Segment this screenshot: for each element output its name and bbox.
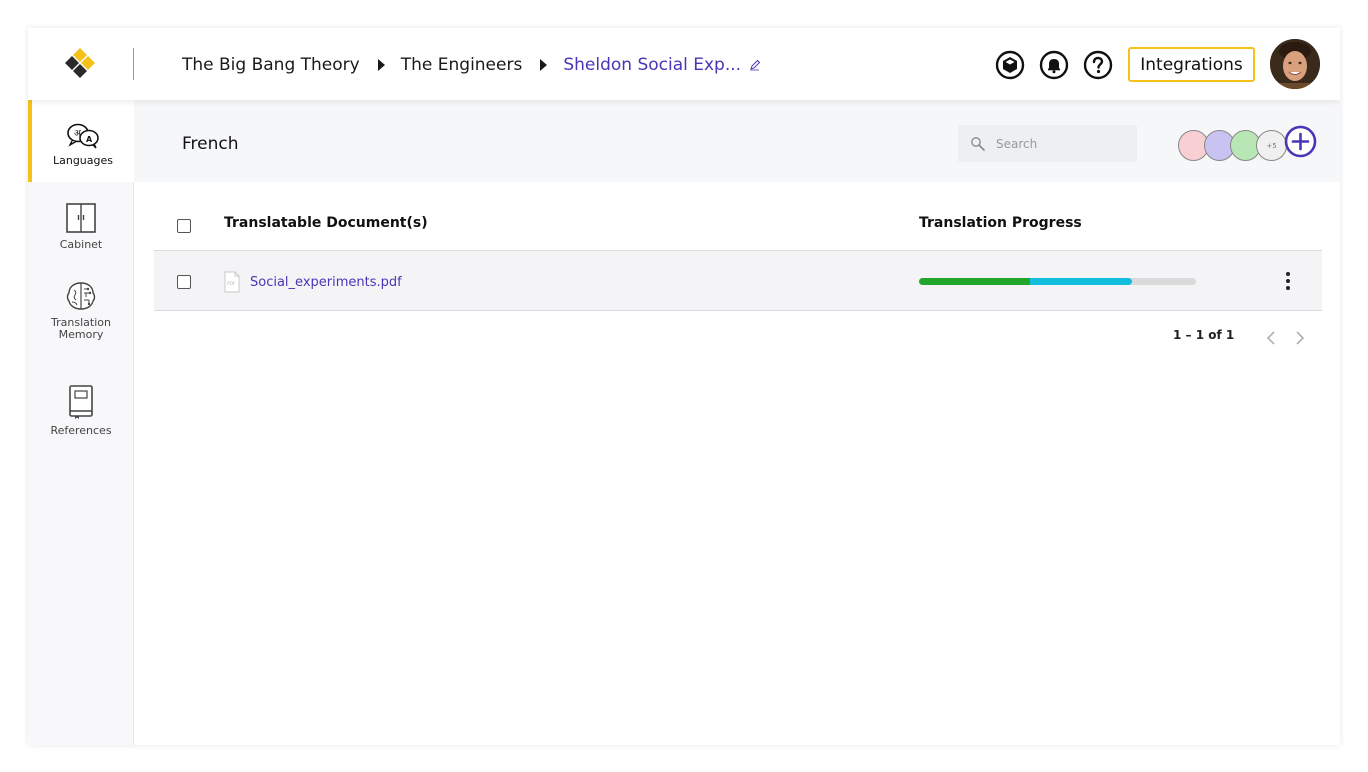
breadcrumb-separator-icon <box>377 59 385 71</box>
next-page-icon[interactable] <box>1293 329 1307 347</box>
sidebar: अ A Languages Cabinet Translation Memory… <box>28 100 134 745</box>
app-logo[interactable] <box>62 45 98 81</box>
pagination-label: 1 – 1 of 1 <box>1173 328 1235 342</box>
breadcrumb-folder[interactable]: The Engineers <box>401 55 523 75</box>
search-box <box>958 125 1137 162</box>
sidebar-item-references[interactable]: References <box>28 384 134 437</box>
breadcrumb-separator-icon <box>540 59 548 71</box>
brain-icon <box>66 282 96 310</box>
translation-progress-bar <box>919 278 1196 285</box>
app-window: The Big Bang Theory The Engineers Sheldo… <box>28 28 1340 745</box>
sidebar-item-label: References <box>50 424 112 437</box>
column-header-documents[interactable]: Translatable Document(s) <box>224 215 428 231</box>
header-divider <box>133 48 134 80</box>
language-title: French <box>182 134 239 154</box>
pencil-icon[interactable] <box>749 59 761 71</box>
svg-text:A: A <box>86 135 93 144</box>
integrations-button[interactable]: Integrations <box>1128 47 1255 82</box>
book-icon <box>69 385 93 419</box>
breadcrumb: The Big Bang Theory The Engineers Sheldo… <box>182 52 761 78</box>
breadcrumb-project[interactable]: The Big Bang Theory <box>182 55 360 75</box>
table-header: Translatable Document(s) Translation Pro… <box>154 204 1322 251</box>
bell-icon[interactable] <box>1039 50 1069 80</box>
file-type-label: PDF <box>227 281 236 287</box>
sidebar-item-label: Languages <box>52 154 114 167</box>
progress-translated <box>919 278 1030 285</box>
row-more-options-icon[interactable] <box>1278 269 1298 293</box>
row-checkbox[interactable] <box>177 275 191 289</box>
sidebar-item-cabinet[interactable]: Cabinet <box>28 202 134 251</box>
sidebar-item-label: Cabinet <box>59 238 103 251</box>
top-header: The Big Bang Theory The Engineers Sheldo… <box>28 28 1340 100</box>
cube-icon[interactable] <box>995 50 1025 80</box>
search-icon <box>971 136 985 151</box>
more-collaborators-badge[interactable]: +5 <box>1256 130 1287 161</box>
avatar-portrait <box>1270 39 1320 89</box>
svg-text:अ: अ <box>74 129 82 139</box>
progress-in-progress <box>1029 278 1133 285</box>
language-header: French +5 <box>134 100 1340 182</box>
sidebar-item-translation-memory[interactable]: Translation Memory <box>28 280 134 341</box>
column-header-progress[interactable]: Translation Progress <box>919 215 1082 231</box>
user-avatar[interactable] <box>1270 39 1320 89</box>
search-input[interactable] <box>996 136 1126 151</box>
cabinet-icon <box>66 203 96 233</box>
document-link[interactable]: Social_experiments.pdf <box>250 275 402 290</box>
prev-page-icon[interactable] <box>1264 329 1278 347</box>
sidebar-item-label: Translation Memory <box>51 316 111 341</box>
add-collaborator-button[interactable] <box>1284 125 1317 158</box>
translate-icon: अ A <box>67 123 99 149</box>
table-row[interactable]: PDF Social_experiments.pdf <box>154 251 1322 311</box>
help-icon[interactable] <box>1083 50 1113 80</box>
select-all-checkbox[interactable] <box>177 219 191 233</box>
sidebar-item-languages[interactable]: अ A Languages <box>28 100 134 182</box>
pdf-file-icon: PDF <box>224 271 240 293</box>
breadcrumb-current[interactable]: Sheldon Social Exp... <box>563 55 741 75</box>
